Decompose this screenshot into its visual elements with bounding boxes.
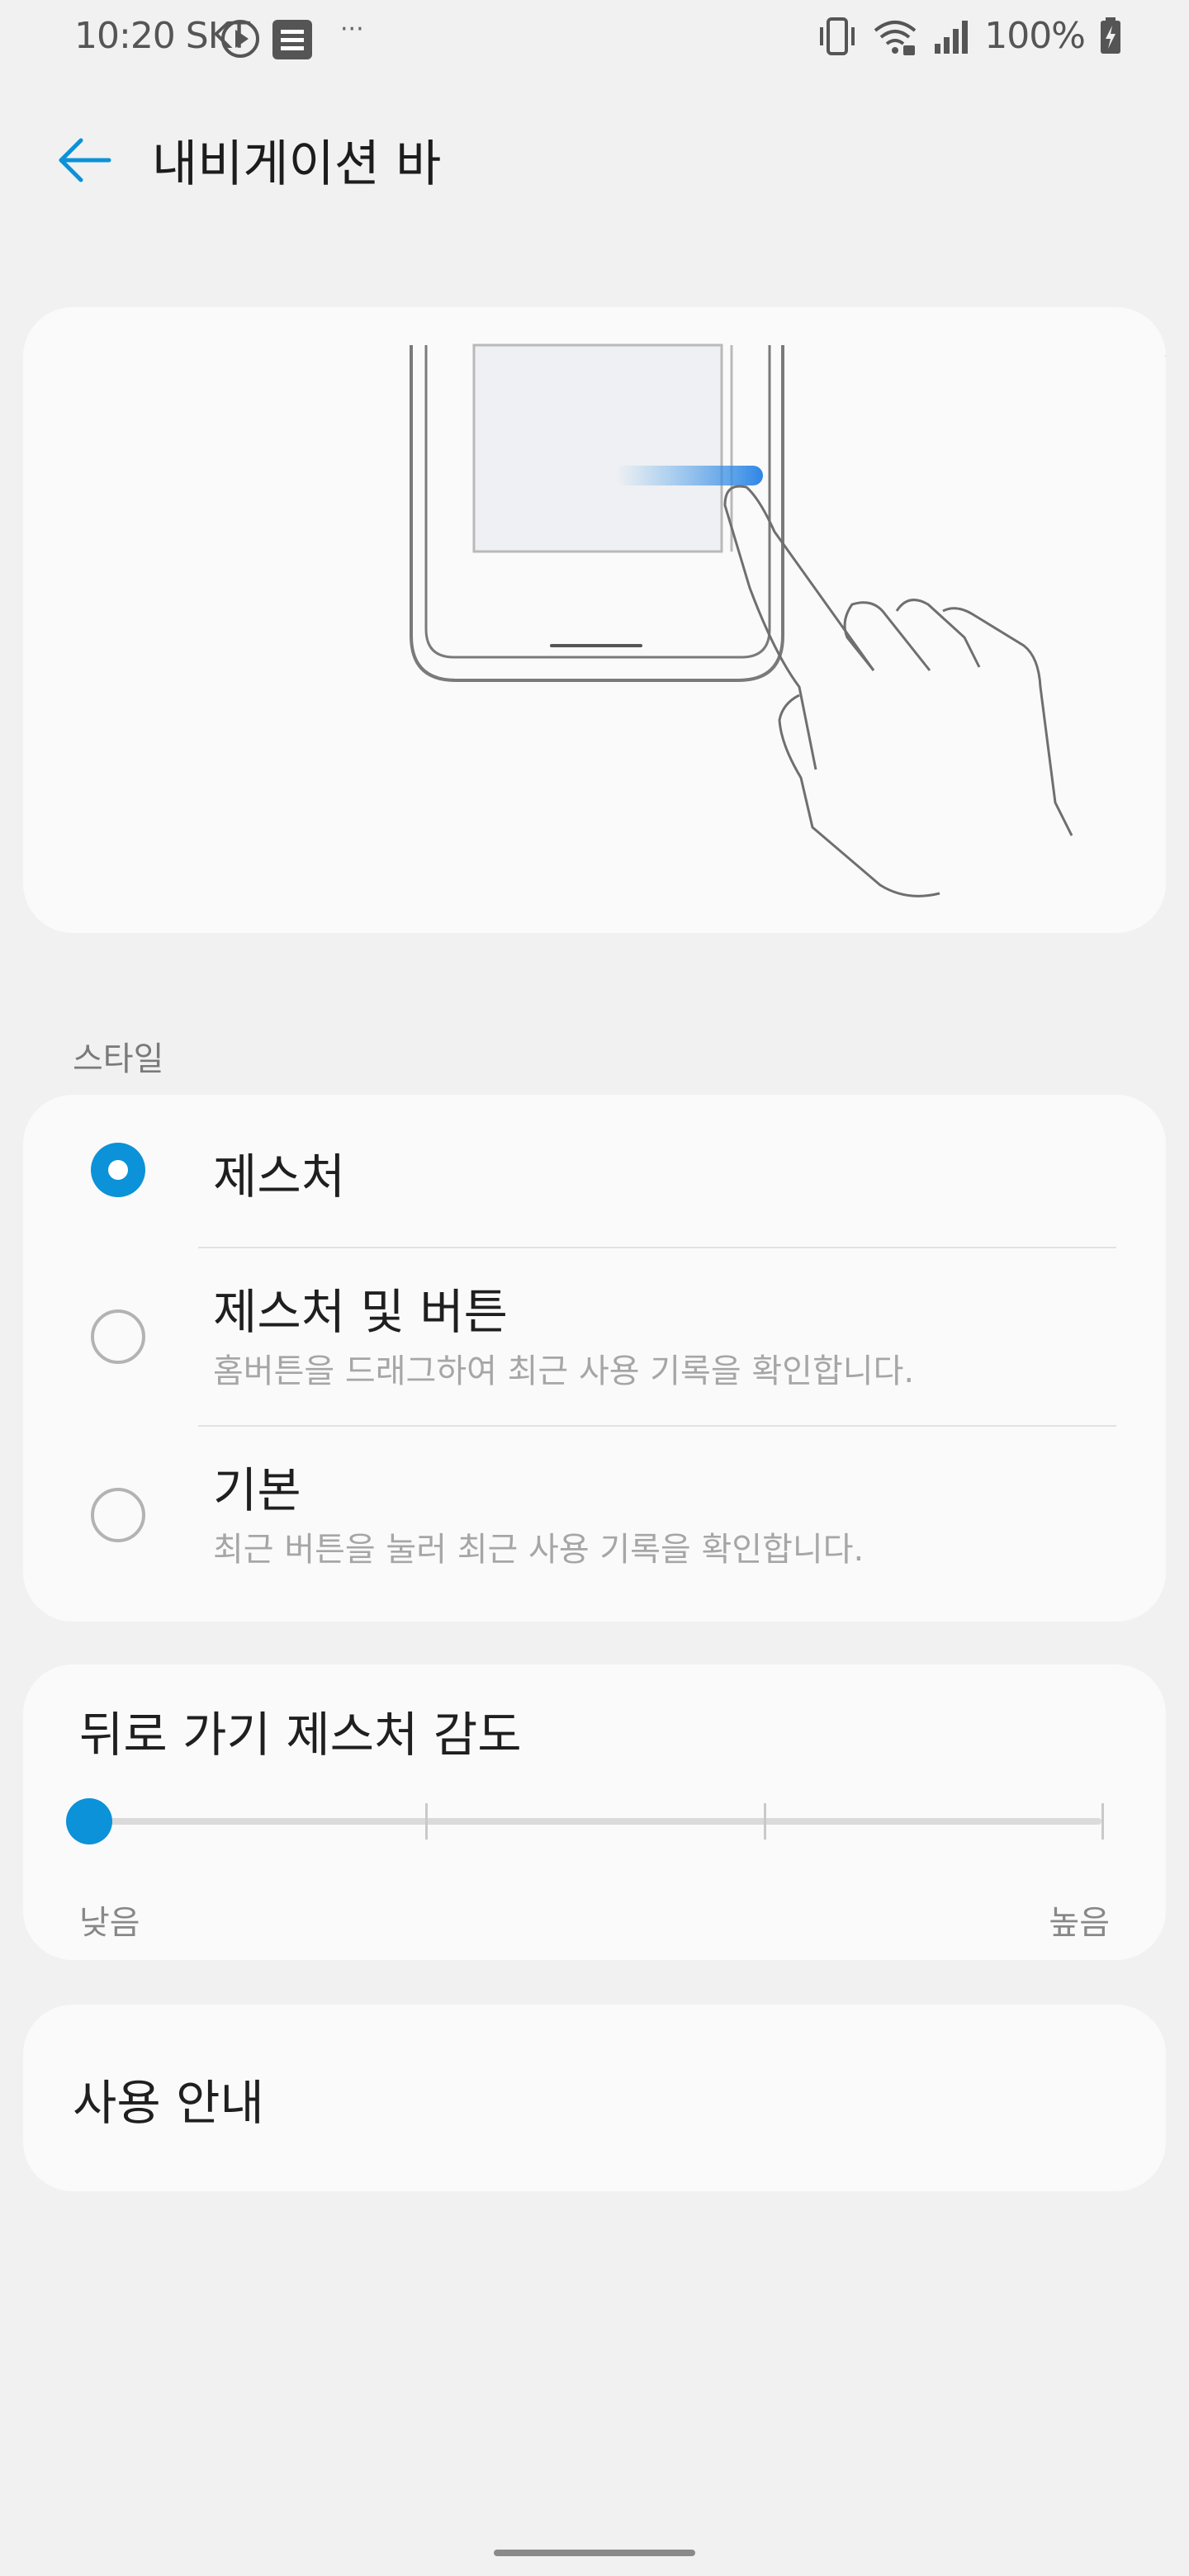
battery-charging-icon <box>1101 17 1120 54</box>
gesture-illustration <box>410 339 1174 897</box>
signal-icon <box>935 20 969 54</box>
sensitivity-min-label: 낮음 <box>79 1904 140 1942</box>
sensitivity-title: 뒤로 가기 제스처 감도 <box>79 1707 522 1763</box>
back-arrow-icon <box>59 138 111 182</box>
radio-gesture-and-buttons[interactable] <box>91 1309 145 1364</box>
usage-guide-label: 사용 안내 <box>73 2075 264 2131</box>
option-desc-gesture-and-buttons: 홈버튼을 드래그하여 최근 사용 기록을 확인합니다. <box>213 1352 915 1390</box>
option-title-gesture-and-buttons: 제스처 및 버튼 <box>213 1284 509 1340</box>
slider-tick <box>425 1803 428 1840</box>
status-bar: 10:20 SKT ··· 100% <box>0 0 1189 74</box>
radio-gesture[interactable] <box>91 1143 145 1197</box>
status-icons: 100% <box>816 15 1123 57</box>
slider-tick <box>764 1803 766 1840</box>
option-title-basic: 기본 <box>213 1462 301 1518</box>
sensitivity-max-label: 높음 <box>1049 1904 1110 1942</box>
gesture-illustration-card <box>23 307 1174 933</box>
radio-basic[interactable] <box>91 1488 145 1542</box>
option-desc-basic: 최근 버튼을 눌러 최근 사용 기록을 확인합니다. <box>213 1531 865 1569</box>
vibrate-icon <box>820 17 855 55</box>
notes-app-icon <box>272 20 312 59</box>
slider-tick <box>1101 1803 1104 1840</box>
sensitivity-slider-thumb[interactable] <box>66 1798 112 1844</box>
media-play-icon <box>221 20 259 58</box>
sensitivity-slider-track[interactable] <box>89 1818 1101 1825</box>
home-indicator[interactable] <box>494 2550 695 2556</box>
battery-percentage: 100% <box>984 15 1086 57</box>
app-bar: 내비게이션 바 <box>0 107 1189 206</box>
style-section-label: 스타일 <box>73 1040 164 1078</box>
style-option-gesture[interactable]: 제스처 <box>23 1095 1166 1247</box>
option-title-gesture: 제스처 <box>213 1148 346 1205</box>
wifi-icon <box>874 20 917 55</box>
page-title: 내비게이션 바 <box>152 135 442 193</box>
back-button[interactable] <box>51 127 117 193</box>
more-notifications-indicator: ··· <box>340 15 364 44</box>
style-option-basic[interactable]: 기본 최근 버튼을 눌러 최근 사용 기록을 확인합니다. <box>23 1427 1166 1608</box>
style-option-gesture-and-buttons[interactable]: 제스처 및 버튼 홈버튼을 드래그하여 최근 사용 기록을 확인합니다. <box>23 1248 1166 1425</box>
